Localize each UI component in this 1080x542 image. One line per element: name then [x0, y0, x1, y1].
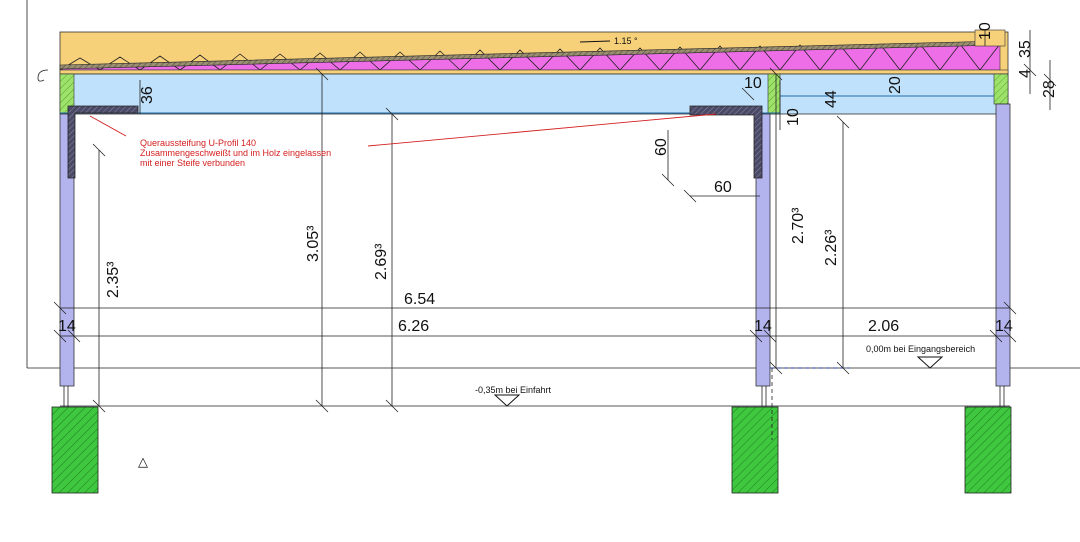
dim-14-mid: 14	[754, 318, 772, 335]
dim-2-06: 2.06	[868, 318, 899, 335]
beam-end-right	[993, 73, 1009, 105]
dimension-ticks	[53, 63, 1057, 413]
dim-36: 36	[139, 86, 156, 104]
level-driveway-label: -0,35m bei Einfahrt	[475, 385, 552, 395]
roof-structure	[37, 29, 1009, 82]
u-profile-mid	[689, 105, 763, 179]
dim-2-26: 2.26³	[823, 229, 840, 266]
dim-10-top: 10	[977, 22, 994, 40]
note-line-3: mit einer Steife verbunden	[140, 158, 245, 168]
gutter-icon	[37, 69, 49, 82]
column-right	[995, 103, 1011, 387]
section-drawing: 1.15 ° Queraussteifung U-Profil 140 Zusa…	[26, 0, 1080, 494]
level-entrance-label: 0,00m bei Eingangsbereich	[866, 344, 975, 354]
marker-triangle: △	[138, 454, 148, 469]
dim-3-05: 3.05³	[305, 225, 322, 262]
dim-35: 35	[1017, 40, 1034, 58]
foundation-right	[964, 406, 1012, 494]
foundation-mid	[731, 406, 779, 494]
dim-10-mid: 10	[744, 75, 762, 92]
dim-4: 4	[1017, 69, 1034, 78]
fascia-strip	[59, 69, 1009, 75]
dim-2-35: 2.35³	[105, 261, 122, 298]
foundations	[51, 386, 1012, 494]
dim-20: 20	[887, 76, 904, 94]
profile-note: Queraussteifung U-Profil 140 Zusammenges…	[140, 138, 331, 168]
dim-60-vert: 60	[653, 138, 670, 156]
dim-28: 28	[1041, 80, 1058, 98]
main-beam	[59, 73, 1009, 115]
dim-6-54: 6.54	[404, 291, 435, 308]
note-line-2: Zusammengeschweißt und im Holz eingelass…	[140, 148, 331, 158]
dim-60-horiz: 60	[714, 179, 732, 196]
dim-2-69: 2.69³	[373, 243, 390, 280]
slope-label: 1.15 °	[614, 36, 638, 46]
beam-end-mid	[767, 73, 781, 115]
dim-6-26: 6.26	[398, 318, 429, 335]
note-line-1: Queraussteifung U-Profil 140	[140, 138, 256, 148]
dim-14-left: 14	[58, 318, 76, 335]
level-triangle-driveway	[493, 394, 521, 407]
dim-14-right: 14	[995, 318, 1013, 335]
foundation-left	[51, 406, 99, 494]
level-triangle-entrance	[916, 356, 944, 369]
dim-44: 44	[823, 90, 840, 108]
ground-lines	[60, 367, 1010, 440]
u-profile-left	[67, 105, 139, 179]
dim-2-70: 2.70³	[790, 207, 807, 244]
level-markers: 0,00m bei Eingangsbereich -0,35m bei Ein…	[138, 344, 975, 469]
dim-10-vert: 10	[785, 108, 802, 126]
